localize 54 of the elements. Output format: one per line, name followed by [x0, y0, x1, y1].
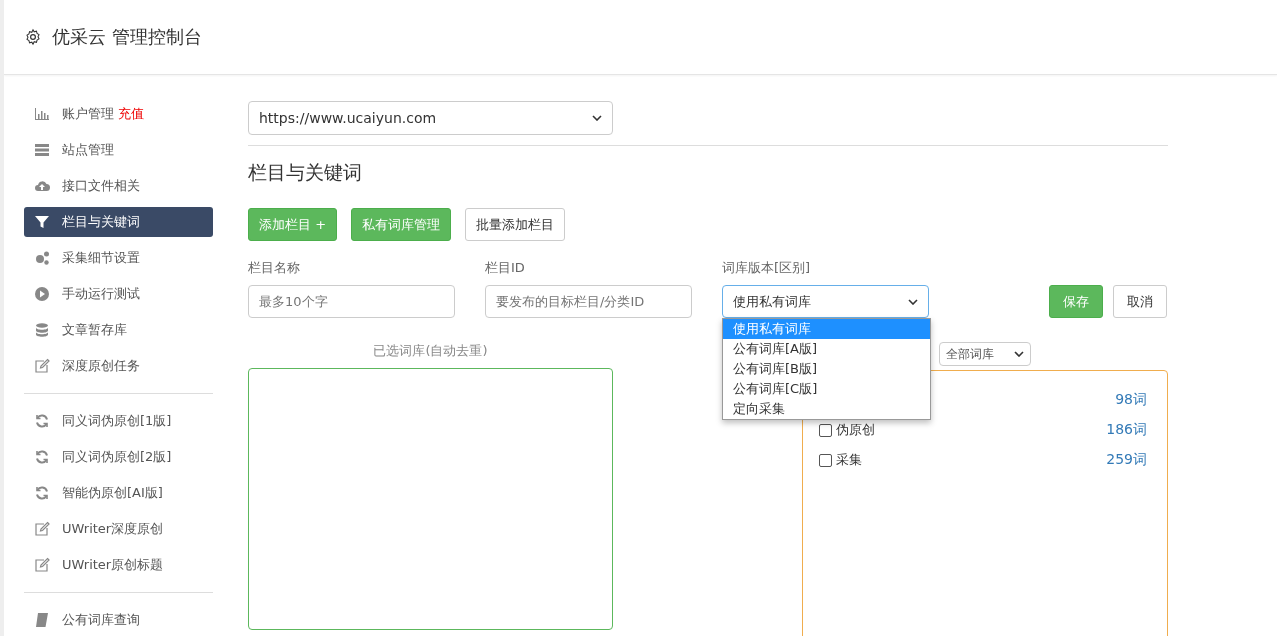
edit-icon: [34, 358, 50, 374]
sidebar-item[interactable]: 账户管理 充值: [24, 99, 213, 129]
server-icon: [34, 142, 50, 158]
field-label: 词库版本[区别]: [722, 259, 812, 277]
dropdown-option[interactable]: 公有词库[C版]: [723, 379, 930, 399]
word-count: 186词: [1106, 421, 1147, 439]
dropdown-option[interactable]: 公有词库[B版]: [723, 359, 930, 379]
word-count: 98词: [1115, 391, 1147, 409]
sync-icon: [34, 449, 50, 465]
sidebar-item[interactable]: 文章暂存库: [24, 315, 213, 345]
sidebar-item[interactable]: 接口文件相关: [24, 171, 213, 201]
sidebar-item[interactable]: 智能伪原创[AI版]: [24, 478, 213, 508]
filter-icon: [34, 214, 50, 230]
cloud-icon: [34, 178, 50, 194]
checkbox[interactable]: [819, 453, 832, 467]
chart-icon: [34, 106, 50, 122]
library-select[interactable]: 使用私有词库: [722, 285, 929, 318]
sidebar-item[interactable]: 站点管理: [24, 135, 213, 165]
play-icon: [34, 286, 50, 302]
sidebar-item[interactable]: 同义词伪原创[1版]: [24, 406, 213, 436]
sidebar-item[interactable]: 采集细节设置: [24, 243, 213, 273]
db-icon: [34, 322, 50, 338]
edit-icon: [34, 557, 50, 573]
field-label: 栏目ID: [485, 259, 526, 277]
box-label: 已选词库(自动去重): [373, 342, 488, 360]
sidebar-item[interactable]: 栏目与关键词: [24, 207, 213, 237]
sidebar-item[interactable]: 深度原创任务: [24, 351, 213, 381]
dropdown-option[interactable]: 公有词库[A版]: [723, 339, 930, 359]
settings-icon: [24, 28, 42, 46]
input-field[interactable]: 最多10个字: [248, 285, 455, 318]
filter-select[interactable]: 全部词库: [939, 342, 1031, 366]
library-name: 采集: [836, 451, 862, 469]
library-name: 伪原创: [836, 421, 875, 439]
cancel-button[interactable]: 取消: [1113, 285, 1167, 318]
sidebar-item[interactable]: 同义词伪原创[2版]: [24, 442, 213, 472]
checkbox[interactable]: [819, 423, 832, 437]
section-title: 栏目与关键词: [248, 160, 363, 185]
input-field[interactable]: 要发布的目标栏目/分类ID: [485, 285, 692, 318]
caret-icon: [1014, 351, 1024, 357]
sidebar-item[interactable]: UWriter深度原创: [24, 514, 213, 544]
sync-icon: [34, 413, 50, 429]
site-select[interactable]: https://www.ucaiyun.com: [248, 101, 613, 135]
field-label: 栏目名称: [248, 259, 301, 277]
sync-icon: [34, 485, 50, 501]
caret-icon: [908, 298, 918, 305]
sidebar-item[interactable]: 公有词库查询: [24, 605, 213, 635]
app-title: 优采云 管理控制台: [52, 25, 202, 49]
sidebar-item[interactable]: UWriter原创标题: [24, 550, 213, 580]
word-count: 259词: [1106, 451, 1147, 469]
dropdown-option[interactable]: 定向采集: [723, 399, 930, 419]
edit-icon: [34, 521, 50, 537]
sidebar-item[interactable]: 手动运行测试: [24, 279, 213, 309]
caret-icon: [592, 115, 602, 121]
secondary-button[interactable]: 批量添加栏目: [465, 208, 566, 241]
